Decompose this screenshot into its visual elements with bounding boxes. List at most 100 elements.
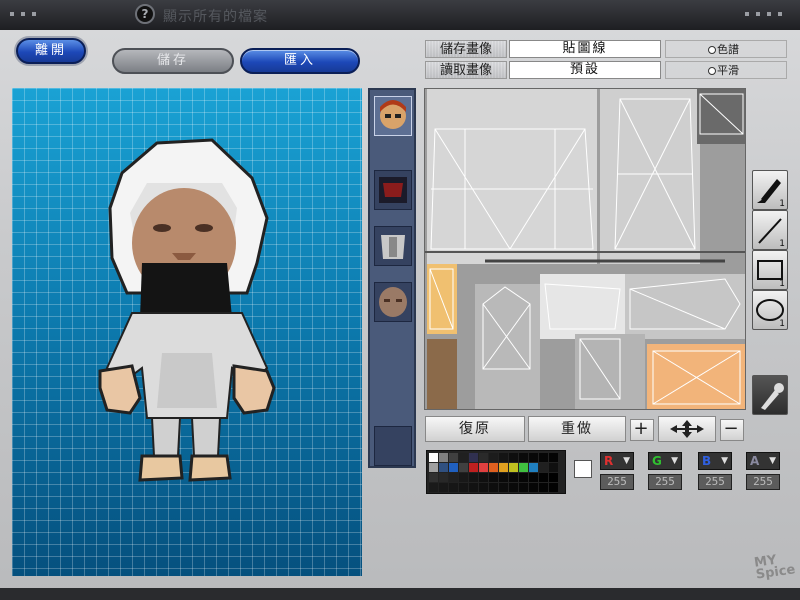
palette-swatch[interactable] [539,483,548,492]
hair-icon [379,177,407,203]
import-button[interactable]: 匯入 [240,48,360,74]
green-value[interactable]: 255 [648,474,682,490]
palette-swatch[interactable] [489,463,498,472]
save-button[interactable]: 儲存 [112,48,234,74]
part-face-thumbnail[interactable] [374,282,412,322]
smooth-option[interactable]: 平滑 [665,61,787,79]
palette-swatch[interactable] [439,463,448,472]
palette-swatch[interactable] [539,473,548,482]
palette-swatch[interactable] [509,453,518,462]
palette-swatch[interactable] [499,453,508,462]
palette-swatch[interactable] [469,473,478,482]
part-body-thumbnail[interactable] [374,226,412,266]
palette-swatch[interactable] [449,473,458,482]
alpha-value[interactable]: 255 [746,474,780,490]
palette-swatch[interactable] [449,453,458,462]
bottom-bar [0,588,800,600]
map-line-field[interactable]: 貼圖線 [509,40,661,58]
palette-swatch[interactable] [499,463,508,472]
palette-swatch[interactable] [459,453,468,462]
palette-swatch[interactable] [429,483,438,492]
palette-swatch[interactable] [489,473,498,482]
palette-swatch[interactable] [449,463,458,472]
palette-swatch[interactable] [529,463,538,472]
help-icon[interactable]: ? [135,4,155,24]
palette-swatch[interactable] [549,463,558,472]
window-title: 顯示所有的檔案 [163,9,268,25]
zoom-out-button[interactable]: − [720,419,744,441]
palette-swatch[interactable] [459,463,468,472]
palette-swatch[interactable] [509,473,518,482]
zoom-in-button[interactable]: + [630,419,654,441]
palette-swatch[interactable] [429,453,438,462]
red-value[interactable]: 255 [600,474,634,490]
palette-swatch[interactable] [479,463,488,472]
palette-swatch[interactable] [469,483,478,492]
blue-label: B [702,454,712,468]
move-button[interactable] [658,416,716,442]
palette-swatch[interactable] [469,453,478,462]
green-channel-select[interactable]: G ▼ [648,452,682,470]
palette-swatch[interactable] [529,483,538,492]
palette-swatch[interactable] [469,463,478,472]
palette-swatch[interactable] [499,473,508,482]
character-model [98,138,276,482]
palette-swatch[interactable] [449,483,458,492]
palette-swatch[interactable] [439,473,448,482]
preset-field[interactable]: 預設 [509,61,661,79]
title-bar: ? 顯示所有的檔案 [0,0,800,30]
palette-swatch[interactable] [489,483,498,492]
exit-button[interactable]: 離開 [16,38,86,64]
palette-swatch[interactable] [459,473,468,482]
restore-button[interactable]: 復原 [425,416,525,442]
texture-map-panel[interactable] [424,88,746,410]
palette-swatch[interactable] [549,453,558,462]
palette-option[interactable]: 色譜 [665,40,787,58]
part-hair-thumbnail[interactable] [374,170,412,210]
palette-swatch[interactable] [479,453,488,462]
redo-button[interactable]: 重做 [528,416,626,442]
load-image-button[interactable]: 讀取畫像 [425,61,507,79]
palette-swatch[interactable] [509,463,518,472]
save-image-button[interactable]: 儲存畫像 [425,40,507,58]
radio-icon [708,67,716,75]
character-preview-canvas[interactable] [12,88,362,576]
palette-swatch[interactable] [489,453,498,462]
palette-swatch[interactable] [429,463,438,472]
palette-option-label: 色譜 [717,43,739,56]
palette-swatch[interactable] [519,483,528,492]
palette-swatch[interactable] [539,453,548,462]
blue-channel-select[interactable]: B ▼ [698,452,732,470]
red-channel-select[interactable]: R ▼ [600,452,634,470]
brush-tool[interactable]: 1 [752,170,788,210]
line-tool[interactable]: 1 [752,210,788,250]
palette-swatch[interactable] [529,453,538,462]
head-icon [380,100,406,129]
palette-swatch[interactable] [539,463,548,472]
eyedropper-icon [761,383,784,410]
rect-tool[interactable]: 1 [752,250,788,290]
palette-swatch[interactable] [549,483,558,492]
ellipse-tool[interactable]: 1 [752,290,788,330]
palette-swatch[interactable] [509,483,518,492]
palette-swatch[interactable] [519,463,528,472]
palette-swatch[interactable] [439,483,448,492]
color-palette[interactable] [426,450,566,494]
part-head-thumbnail[interactable] [374,96,412,136]
palette-swatch[interactable] [519,453,528,462]
red-label: R [604,454,614,468]
alpha-channel-select[interactable]: A ▼ [746,452,780,470]
palette-swatch[interactable] [519,473,528,482]
palette-swatch[interactable] [479,473,488,482]
palette-swatch[interactable] [439,453,448,462]
blue-value[interactable]: 255 [698,474,732,490]
smooth-option-label: 平滑 [717,64,739,77]
palette-swatch[interactable] [529,473,538,482]
palette-swatch[interactable] [459,483,468,492]
palette-swatch[interactable] [479,483,488,492]
eyedropper-tool[interactable] [752,375,788,415]
palette-swatch[interactable] [549,473,558,482]
part-empty-slot[interactable] [374,426,412,466]
palette-swatch[interactable] [499,483,508,492]
palette-swatch[interactable] [429,473,438,482]
